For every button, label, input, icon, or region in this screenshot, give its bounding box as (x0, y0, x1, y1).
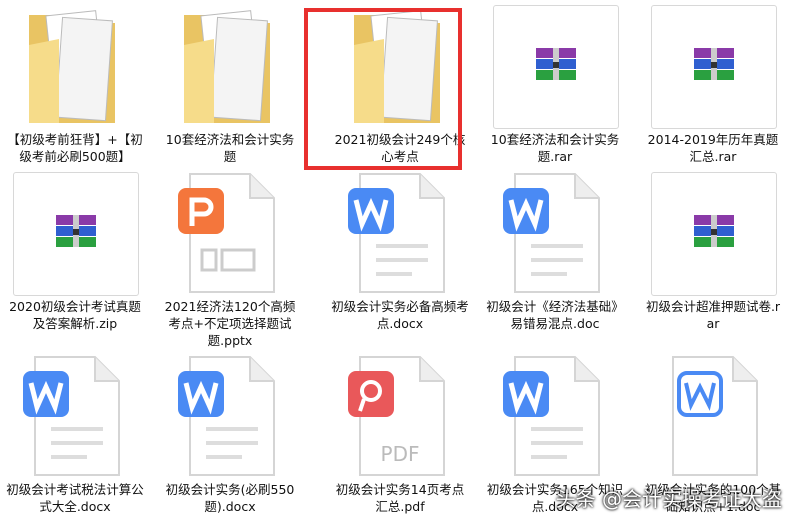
file-name: 初级会计《经济法基础》易错易混点.doc (486, 299, 624, 331)
file-docx-icon (491, 355, 619, 477)
file-pdf-icon: PDF (336, 355, 464, 477)
file-item-rar[interactable]: 2020初级会计考试真题及答案解析.zip (0, 172, 150, 332)
file-name: 2020初级会计考试真题及答案解析.zip (9, 299, 141, 331)
file-name: 初级会计超准押题试卷.rar (645, 299, 781, 331)
file-docx-icon (491, 172, 619, 294)
file-item-folder[interactable]: 10套经济法和会计实务题 (155, 5, 305, 165)
file-item-docx[interactable]: 初级会计实务(必刷550题).docx (155, 355, 305, 515)
file-docx-icon (11, 355, 139, 477)
file-rar-icon (649, 172, 777, 296)
watermark: 头条 @会计实操考证大盗 (555, 487, 782, 511)
selection-highlight (304, 8, 462, 170)
folder-icon (11, 5, 139, 127)
file-pptx-icon (166, 172, 294, 294)
file-name: 2014-2019年历年真题汇总.rar (647, 132, 779, 164)
file-item-pptx[interactable]: 2021经济法120个高频考点+不定项选择题试题.pptx (155, 172, 305, 349)
file-doc-outline-icon (649, 355, 777, 477)
file-rar-icon (649, 5, 777, 129)
file-name: 初级会计实务必备高频考点.docx (331, 299, 469, 331)
file-name: 10套经济法和会计实务题.rar (490, 132, 620, 164)
file-name: 10套经济法和会计实务题 (165, 132, 295, 164)
file-item-pdf[interactable]: PDF 初级会计实务14页考点汇总.pdf (325, 355, 475, 515)
file-name: 初级会计实务14页考点汇总.pdf (335, 482, 465, 514)
file-name: 初级会计考试税法计算公式大全.docx (6, 482, 144, 514)
file-docx-icon (166, 355, 294, 477)
file-item-rar[interactable]: 2014-2019年历年真题汇总.rar (638, 5, 788, 165)
file-name: 初级会计实务(必刷550题).docx (165, 482, 295, 514)
file-docx-icon (336, 172, 464, 294)
file-item-folder[interactable]: 【初级考前狂背】+【初级考前必刷500题】 (0, 5, 150, 165)
file-item-rar[interactable]: 初级会计超准押题试卷.rar (638, 172, 788, 332)
folder-icon (166, 5, 294, 127)
file-item-docx[interactable]: 初级会计实务必备高频考点.docx (325, 172, 475, 332)
file-name: 2021经济法120个高频考点+不定项选择题试题.pptx (164, 299, 296, 348)
file-name: 【初级考前狂背】+【初级考前必刷500题】 (7, 132, 143, 164)
file-item-docx[interactable]: 初级会计考试税法计算公式大全.docx (0, 355, 150, 515)
file-item-rar[interactable]: 10套经济法和会计实务题.rar (480, 5, 630, 165)
file-rar-icon (491, 5, 619, 129)
file-rar-icon (11, 172, 139, 296)
file-item-docx[interactable]: 初级会计《经济法基础》易错易混点.doc (480, 172, 630, 332)
pdf-badge: PDF (381, 442, 420, 466)
